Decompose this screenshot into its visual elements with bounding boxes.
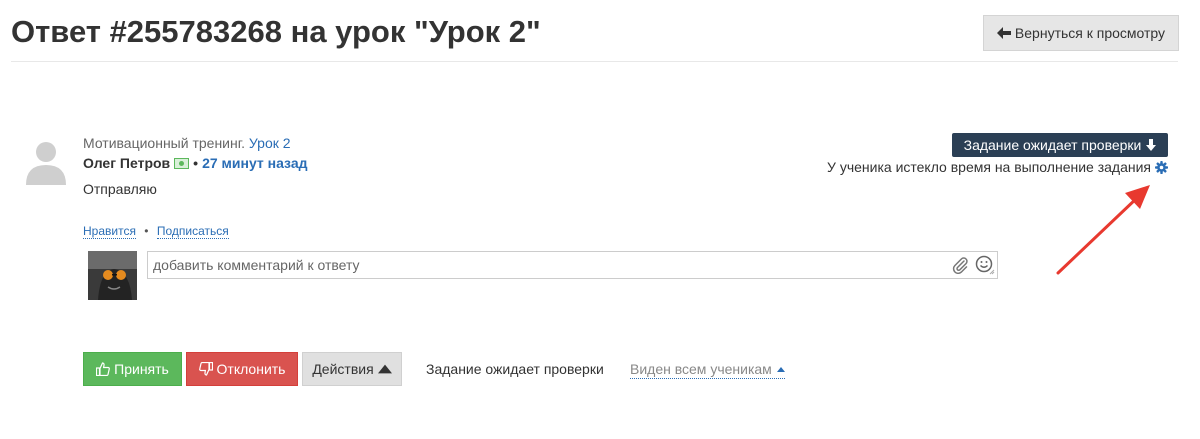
time-ago-link[interactable]: 27 минут назад	[202, 155, 307, 171]
page-title: Ответ #255783268 на урок "Урок 2"	[11, 14, 541, 49]
lesson-link[interactable]: Урок 2	[249, 135, 291, 151]
caret-up-icon	[377, 364, 392, 374]
smile-icon[interactable]	[975, 255, 995, 275]
header-divider	[11, 61, 1178, 62]
arrow-down-icon	[1146, 139, 1157, 151]
actions-label: Действия	[312, 361, 374, 377]
review-status-text: Задание ожидает проверки	[426, 361, 604, 377]
money-icon	[174, 157, 190, 169]
like-link[interactable]: Нравится	[83, 224, 136, 239]
social-separator: •	[144, 224, 149, 238]
reject-label: Отклонить	[216, 361, 286, 377]
back-to-view-button[interactable]: Вернуться к просмотру	[983, 15, 1179, 51]
subscribe-link[interactable]: Подписаться	[156, 224, 229, 239]
author-name[interactable]: Олег Петров	[83, 155, 170, 171]
default-avatar	[26, 142, 66, 185]
back-to-view-label: Вернуться к просмотру	[1014, 25, 1166, 41]
author-line: Олег Петров • 27 минут назад	[83, 155, 308, 171]
comment-input[interactable]	[148, 252, 948, 278]
answer-text: Отправляю	[83, 181, 157, 197]
social-links: Нравится • Подписаться	[83, 224, 229, 239]
caret-up-icon	[776, 366, 785, 372]
comment-box	[147, 251, 998, 279]
answer-meta: Мотивационный тренинг. Урок 2	[83, 135, 291, 151]
gear-icon[interactable]	[1155, 160, 1168, 174]
reject-button[interactable]: Отклонить	[186, 352, 298, 386]
annotation-arrow	[1056, 185, 1150, 275]
thumbs-down-icon	[198, 362, 213, 376]
expired-notice: У ученика истекло время на выполнение за…	[827, 159, 1168, 175]
arrow-left-icon	[996, 27, 1011, 39]
status-badge-label: Задание ожидает проверки	[963, 137, 1142, 153]
actions-dropdown-button[interactable]: Действия	[302, 352, 402, 386]
current-user-avatar	[88, 251, 137, 300]
accept-label: Принять	[114, 361, 169, 377]
thumbs-up-icon	[96, 362, 111, 376]
visibility-label: Виден всем ученикам	[630, 361, 772, 377]
status-badge[interactable]: Задание ожидает проверки	[952, 133, 1168, 157]
author-separator: •	[193, 155, 199, 171]
training-name: Мотивационный тренинг.	[83, 135, 246, 151]
accept-button[interactable]: Принять	[83, 352, 182, 386]
visibility-dropdown[interactable]: Виден всем ученикам	[630, 361, 785, 379]
paperclip-icon[interactable]	[951, 256, 969, 274]
expired-notice-text: У ученика истекло время на выполнение за…	[827, 159, 1151, 175]
